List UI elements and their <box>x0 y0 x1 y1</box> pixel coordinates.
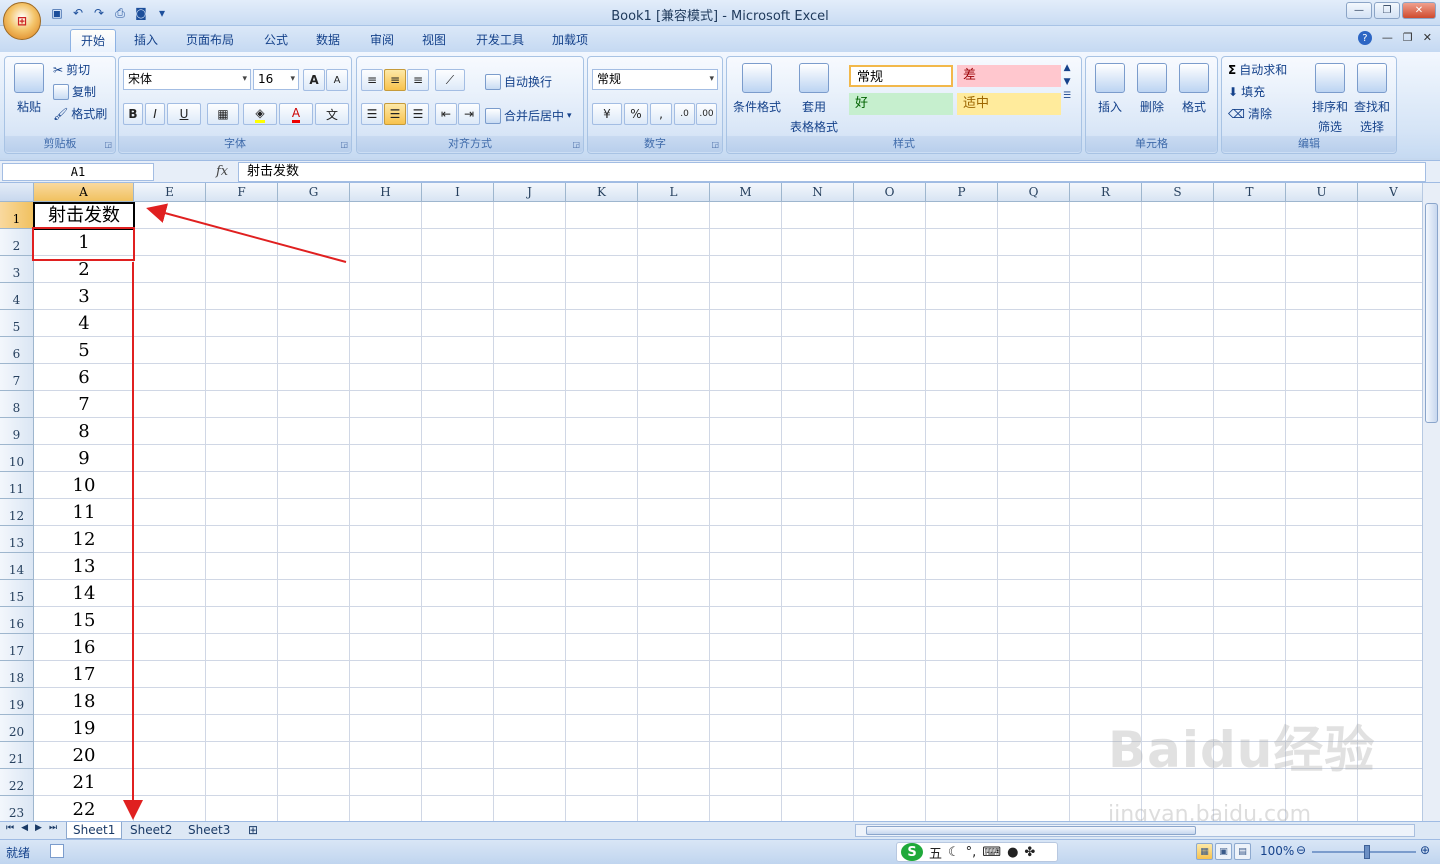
sheet-tab-3[interactable]: Sheet3 <box>182 822 236 839</box>
zoom-out-icon[interactable]: ⊖ <box>1296 843 1306 857</box>
baidu-watermark: Baidu经验 <box>1108 721 1376 779</box>
page-break-view-icon[interactable]: ▤ <box>1234 843 1251 860</box>
sheet-tab-2[interactable]: Sheet2 <box>124 822 178 839</box>
zoom-level[interactable]: 100% <box>1260 844 1294 858</box>
apps-icon[interactable]: ✤ <box>1024 845 1035 860</box>
normal-view-icon[interactable]: ▦ <box>1196 843 1213 860</box>
sheet-nav[interactable]: ⏮ ◀ ▶ ⏭ <box>6 823 57 833</box>
prev-sheet-icon[interactable]: ◀ <box>21 823 28 833</box>
status-ready: 就绪 <box>6 846 31 860</box>
ime-mode[interactable]: 五 <box>929 843 942 862</box>
macro-record-icon[interactable] <box>50 844 64 858</box>
first-sheet-icon[interactable]: ⏮ <box>6 823 14 833</box>
office-button[interactable]: ⊞ <box>3 2 41 40</box>
status-bar: 就绪 S 五 ☾ °, ⌨ ● ✤ ▦ ▣ ▤ 100% ⊖ ⊕ <box>0 839 1440 864</box>
punctuation-icon[interactable]: °, <box>966 845 977 860</box>
ime-toolbar[interactable]: S 五 ☾ °, ⌨ ● ✤ <box>896 842 1058 862</box>
last-sheet-icon[interactable]: ⏭ <box>49 823 57 833</box>
keyboard-icon[interactable]: ⌨ <box>982 845 1001 860</box>
sogou-logo-icon: S <box>901 843 923 861</box>
sheet-tab-bar: ⏮ ◀ ▶ ⏭ Sheet1 Sheet2 Sheet3 ⊞ <box>0 821 1440 839</box>
next-sheet-icon[interactable]: ▶ <box>35 823 42 833</box>
annotation-highlight-box <box>32 227 135 261</box>
page-layout-view-icon[interactable]: ▣ <box>1215 843 1232 860</box>
view-buttons: ▦ ▣ ▤ <box>1196 843 1251 860</box>
zoom-in-icon[interactable]: ⊕ <box>1420 843 1430 857</box>
horizontal-scrollbar[interactable] <box>855 824 1415 837</box>
insert-sheet-icon[interactable]: ⊞ <box>242 822 264 839</box>
user-icon[interactable]: ● <box>1007 845 1018 860</box>
horizontal-scroll-thumb[interactable] <box>866 826 1196 835</box>
sheet-tab-1[interactable]: Sheet1 <box>66 822 123 839</box>
zoom-knob[interactable] <box>1364 845 1370 859</box>
annotation-arrow-header <box>146 203 347 263</box>
moon-icon[interactable]: ☾ <box>948 845 960 860</box>
